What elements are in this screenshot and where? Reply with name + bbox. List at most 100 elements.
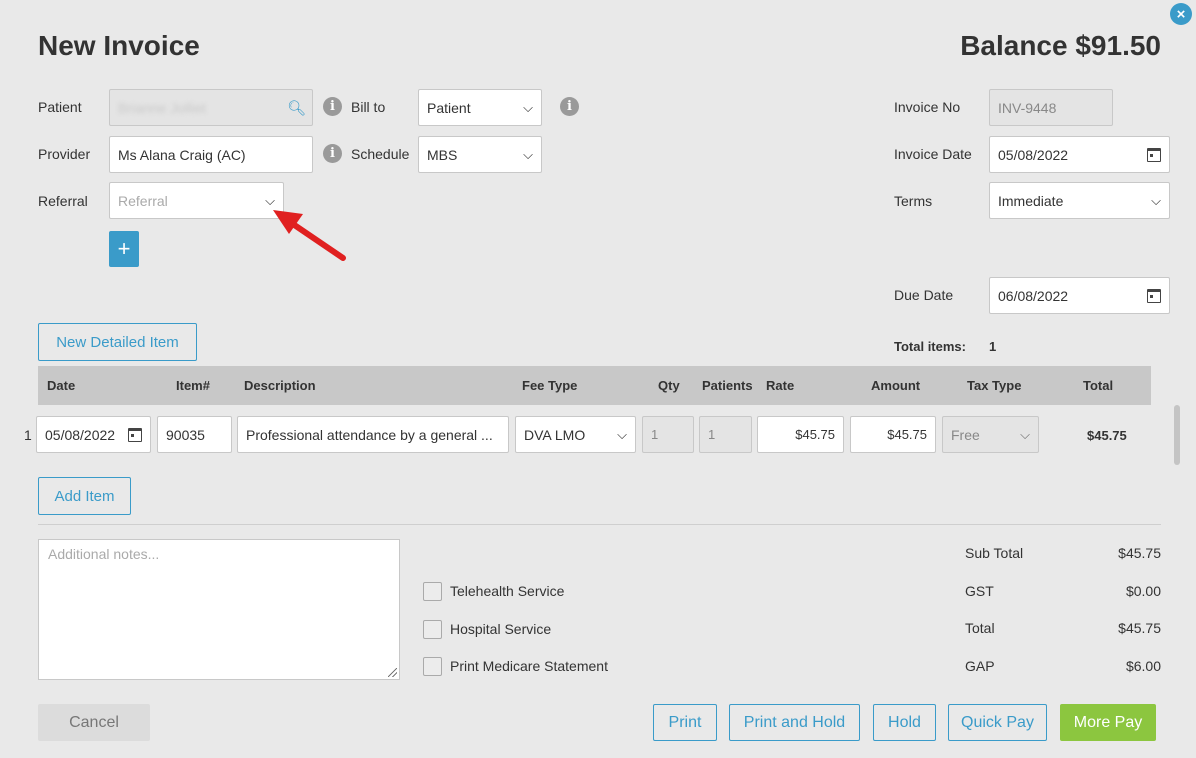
due-date-field[interactable]: 06/08/2022 — [989, 277, 1170, 314]
due-date-value: 06/08/2022 — [998, 287, 1069, 304]
column-header-fee-type: Fee Type — [522, 378, 578, 393]
more-pay-button[interactable]: More Pay — [1060, 704, 1156, 741]
patient-info-icon[interactable]: i — [323, 97, 342, 116]
row-amount-value: $45.75 — [887, 427, 927, 442]
section-divider — [38, 524, 1161, 525]
referral-select[interactable]: Referral ⌵ — [109, 182, 284, 219]
referral-label: Referral — [38, 193, 88, 209]
row-patients-value: 1 — [708, 427, 716, 442]
total-items-value: 1 — [989, 339, 997, 354]
gap-value: $6.00 — [1125, 658, 1161, 674]
new-detailed-item-button[interactable]: New Detailed Item — [38, 323, 197, 361]
row-patients-field: 1 — [699, 416, 752, 453]
print-button[interactable]: Print — [653, 704, 717, 741]
row-item-no-field[interactable]: 90035 — [157, 416, 232, 453]
schedule-value: MBS — [427, 146, 458, 163]
row-qty-value: 1 — [651, 427, 659, 442]
row-date-field[interactable]: 05/08/2022 — [36, 416, 151, 453]
schedule-select[interactable]: MBS ⌵ — [418, 136, 542, 173]
search-icon[interactable]: 🔍︎ — [287, 99, 306, 117]
notes-placeholder: Additional notes... — [48, 546, 160, 562]
quick-pay-button[interactable]: Quick Pay — [948, 704, 1047, 741]
print-and-hold-button[interactable]: Print and Hold — [729, 704, 860, 741]
chevron-down-icon: ⌵ — [1020, 426, 1030, 442]
hospital-service-label: Hospital Service — [450, 621, 552, 637]
hold-button[interactable]: Hold — [873, 704, 936, 741]
patient-value: Brianne Jolliet — [118, 99, 206, 116]
terms-label: Terms — [894, 193, 933, 209]
column-header-item-no: Item# — [176, 378, 210, 393]
invoice-no-label: Invoice No — [894, 99, 961, 115]
patient-field[interactable]: Brianne Jolliet 🔍︎ — [109, 89, 313, 126]
calendar-icon[interactable] — [1147, 289, 1161, 303]
patient-label: Patient — [38, 99, 82, 115]
row-rate-value: $45.75 — [795, 427, 835, 442]
row-item-no-value: 90035 — [166, 426, 205, 443]
calendar-icon[interactable] — [1147, 148, 1161, 162]
terms-select[interactable]: Immediate ⌵ — [989, 182, 1170, 219]
due-date-label: Due Date — [894, 287, 954, 303]
column-header-rate: Rate — [766, 378, 795, 393]
calendar-icon[interactable] — [128, 428, 142, 442]
provider-info-icon[interactable]: i — [323, 144, 342, 163]
row-description-field[interactable]: Professional attendance by a general ... — [237, 416, 509, 453]
row-amount-field[interactable]: $45.75 — [850, 416, 936, 453]
total-label: Total — [965, 620, 995, 636]
print-medicare-statement-checkbox[interactable] — [423, 657, 442, 676]
invoice-date-field[interactable]: 05/08/2022 — [989, 136, 1170, 173]
schedule-label: Schedule — [351, 146, 410, 162]
row-tax-type-value: Free — [951, 426, 980, 443]
close-icon[interactable]: × — [1170, 3, 1192, 25]
invoice-no-value: INV-9448 — [998, 99, 1057, 116]
gap-label: GAP — [965, 658, 995, 674]
table-row: 1 05/08/2022 90035 Professional attendan… — [0, 416, 1170, 454]
row-tax-type-select: Free ⌵ — [942, 416, 1039, 453]
total-value: $45.75 — [1118, 620, 1161, 636]
print-medicare-statement-label: Print Medicare Statement — [450, 658, 608, 674]
row-date-value: 05/08/2022 — [45, 426, 116, 443]
subtotal-label: Sub Total — [965, 545, 1024, 561]
row-fee-type-select[interactable]: DVA LMO ⌵ — [515, 416, 636, 453]
row-fee-type-value: DVA LMO — [524, 426, 586, 443]
additional-notes-textarea[interactable]: Additional notes... — [38, 539, 400, 680]
column-header-qty: Qty — [658, 378, 680, 393]
total-items-label: Total items: — [894, 339, 966, 354]
subtotal-value: $45.75 — [1118, 545, 1161, 561]
invoice-no-field: INV-9448 — [989, 89, 1113, 126]
column-header-patients: Patients — [702, 378, 753, 393]
column-header-description: Description — [244, 378, 316, 393]
resize-handle-icon[interactable] — [388, 668, 397, 677]
bill-to-label: Bill to — [351, 99, 386, 115]
chevron-down-icon: ⌵ — [523, 99, 533, 115]
gst-label: GST — [965, 583, 994, 599]
provider-label: Provider — [38, 146, 91, 162]
invoice-date-label: Invoice Date — [894, 146, 972, 162]
table-scrollbar[interactable] — [1174, 405, 1180, 465]
page-title: New Invoice — [38, 30, 200, 61]
telehealth-checkbox[interactable] — [423, 582, 442, 601]
telehealth-label: Telehealth Service — [450, 583, 565, 599]
row-rate-field[interactable]: $45.75 — [757, 416, 844, 453]
hospital-service-checkbox[interactable] — [423, 620, 442, 639]
bill-to-select[interactable]: Patient ⌵ — [418, 89, 542, 126]
provider-value: Ms Alana Craig (AC) — [118, 146, 246, 163]
chevron-down-icon: ⌵ — [523, 146, 533, 162]
row-description-value: Professional attendance by a general ... — [246, 426, 493, 443]
referral-placeholder: Referral — [118, 192, 168, 209]
balance-amount: Balance $91.50 — [960, 30, 1161, 61]
gst-value: $0.00 — [1125, 583, 1161, 599]
invoice-date-value: 05/08/2022 — [998, 146, 1069, 163]
row-qty-field: 1 — [642, 416, 694, 453]
bill-to-info-icon[interactable]: i — [560, 97, 579, 116]
chevron-down-icon: ⌵ — [617, 426, 627, 442]
provider-field[interactable]: Ms Alana Craig (AC) — [109, 136, 313, 173]
add-referral-button[interactable]: + — [109, 231, 139, 267]
chevron-down-icon: ⌵ — [1151, 192, 1161, 208]
bill-to-value: Patient — [427, 99, 471, 116]
column-header-amount: Amount — [871, 378, 921, 393]
cancel-button[interactable]: Cancel — [38, 704, 150, 741]
items-table-header: Date Item# Description Fee Type Qty Pati… — [38, 366, 1151, 405]
add-item-button[interactable]: Add Item — [38, 477, 131, 515]
terms-value: Immediate — [998, 192, 1064, 209]
annotation-arrow-icon — [273, 210, 346, 261]
